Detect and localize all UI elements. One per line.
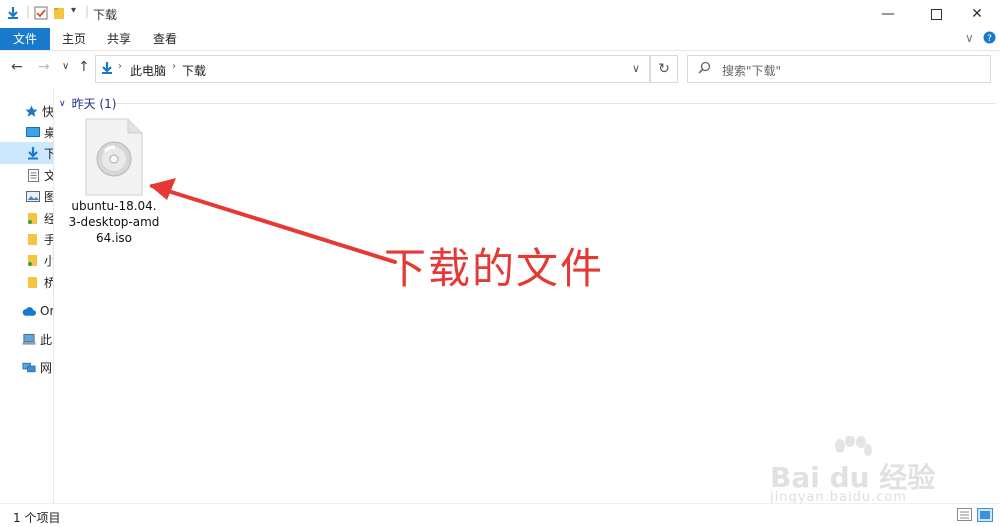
folder-icon — [26, 211, 40, 225]
help-icon[interactable]: ? — [983, 31, 996, 47]
details-view-icon[interactable] — [957, 508, 973, 522]
sidebar-item-this-pc[interactable]: 此 — [0, 328, 53, 350]
star-icon — [24, 104, 38, 118]
sidebar-item-downloads[interactable]: 下 — [0, 142, 53, 164]
ribbon-tabs: 文件 主页 共享 查看 ∨ ? — [0, 28, 1000, 51]
window-title: 下载 — [93, 8, 118, 22]
file-item[interactable]: ubuntu-18.04.3-desktop-amd64.iso — [68, 118, 160, 248]
folder-icon — [26, 275, 40, 289]
sidebar-item-folder-3[interactable]: 小 — [0, 249, 53, 271]
disc-image-icon — [85, 118, 143, 199]
separator: | — [26, 4, 31, 18]
sidebar-item-label: 桥 — [44, 274, 53, 291]
sidebar-item-onedrive[interactable]: On — [0, 300, 53, 322]
svg-text:?: ? — [987, 34, 992, 44]
refresh-button[interactable]: ↻ — [650, 55, 678, 83]
folder-icon — [26, 232, 40, 246]
sidebar-item-network[interactable]: 网 — [0, 356, 53, 378]
sidebar-item-folder-2[interactable]: 手 — [0, 228, 53, 250]
item-count: 1 个项目 — [13, 511, 61, 525]
sidebar-item-folder-4[interactable]: 桥 — [0, 271, 53, 293]
sidebar-item-label: 文 — [44, 167, 53, 184]
close-button[interactable]: ✕ — [954, 0, 1000, 28]
address-dropdown-icon[interactable]: ∨ — [632, 62, 640, 75]
sidebar-item-label: 手 — [44, 231, 53, 248]
sidebar-item-quick-access[interactable]: 快 — [0, 100, 53, 122]
tab-file[interactable]: 文件 — [0, 28, 50, 50]
tab-view[interactable]: 查看 — [147, 28, 183, 50]
separator: | — [85, 4, 90, 18]
sidebar-item-folder-1[interactable]: 经 — [0, 207, 53, 229]
minimize-icon: — — [881, 6, 895, 22]
sidebar-item-label: 网 — [40, 360, 53, 375]
large-icons-view-icon[interactable] — [977, 508, 993, 522]
search-icon — [698, 61, 711, 77]
network-icon — [22, 360, 36, 374]
properties-icon[interactable] — [34, 6, 48, 23]
download-folder-icon — [6, 6, 20, 23]
back-button[interactable]: ← — [11, 59, 23, 75]
group-header[interactable]: ∨ 昨天 (1) — [59, 95, 116, 112]
sidebar-item-pictures[interactable]: 图 — [0, 185, 53, 207]
breadcrumb-separator-icon: › — [172, 61, 176, 72]
sidebar-top-spacer — [0, 88, 53, 98]
search-box[interactable]: 搜索"下载" — [687, 55, 991, 83]
recent-locations-icon[interactable]: ∨ — [62, 61, 69, 72]
ribbon-expand-icon[interactable]: ∨ — [965, 31, 974, 45]
document-icon — [26, 168, 40, 182]
sidebar-item-label: On — [40, 304, 53, 318]
sidebar-item-label: 快 — [42, 104, 54, 119]
navigation-pane: 快 桌 下 文 图 经 手 小 桥 On 此 网 — [0, 88, 54, 503]
navigation-bar: ← → ∨ ↑ › 此电脑 › 下载 ∨ ↻ 搜索"下载" — [0, 51, 1000, 85]
tab-home[interactable]: 主页 — [56, 28, 92, 50]
sidebar-item-label: 此 — [40, 332, 53, 347]
breadcrumb-downloads[interactable]: 下载 — [182, 62, 206, 79]
breadcrumb-this-pc[interactable]: 此电脑 — [130, 62, 166, 79]
sidebar-item-label: 小 — [44, 252, 53, 269]
maximize-icon — [930, 8, 942, 20]
sidebar-item-label: 经 — [44, 210, 53, 227]
sidebar-item-label: 图 — [44, 188, 53, 205]
title-bar: | ▾ | 下载 — ✕ — [0, 0, 1000, 28]
forward-button[interactable]: → — [38, 59, 50, 75]
download-location-icon — [100, 61, 114, 78]
customize-quick-access-icon[interactable]: ▾ — [71, 5, 76, 16]
minimize-button[interactable]: — — [865, 0, 911, 28]
maximize-button[interactable] — [913, 0, 959, 28]
file-name: ubuntu-18.04.3-desktop-amd64.iso — [68, 199, 160, 245]
folder-icon — [26, 253, 40, 267]
desktop-icon — [26, 125, 40, 139]
refresh-icon: ↻ — [658, 61, 670, 77]
address-bar[interactable]: › 此电脑 › 下载 ∨ — [95, 55, 650, 83]
sidebar-item-label: 下 — [44, 145, 53, 162]
tab-share[interactable]: 共享 — [101, 28, 137, 50]
search-placeholder: 搜索"下载" — [722, 64, 782, 78]
status-bar: 1 个项目 — [0, 503, 1000, 527]
computer-icon — [22, 332, 36, 346]
download-icon — [26, 146, 40, 160]
breadcrumb-separator-icon: › — [118, 61, 122, 72]
cloud-icon — [22, 304, 36, 318]
sidebar-item-documents[interactable]: 文 — [0, 164, 53, 186]
annotation-label: 下载的文件 — [384, 244, 605, 293]
sidebar-item-label: 桌 — [44, 124, 53, 141]
group-divider — [116, 103, 996, 104]
new-folder-icon[interactable] — [53, 6, 65, 23]
picture-icon — [26, 189, 40, 203]
close-icon: ✕ — [971, 6, 983, 22]
sidebar-item-desktop[interactable]: 桌 — [0, 121, 53, 143]
chevron-down-icon: ∨ — [59, 98, 66, 109]
baidu-jingyan-watermark: Bai du 经验 jingyan.baidu.com — [770, 436, 990, 508]
group-label: 昨天 (1) — [71, 97, 117, 111]
up-button[interactable]: ↑ — [78, 59, 90, 75]
